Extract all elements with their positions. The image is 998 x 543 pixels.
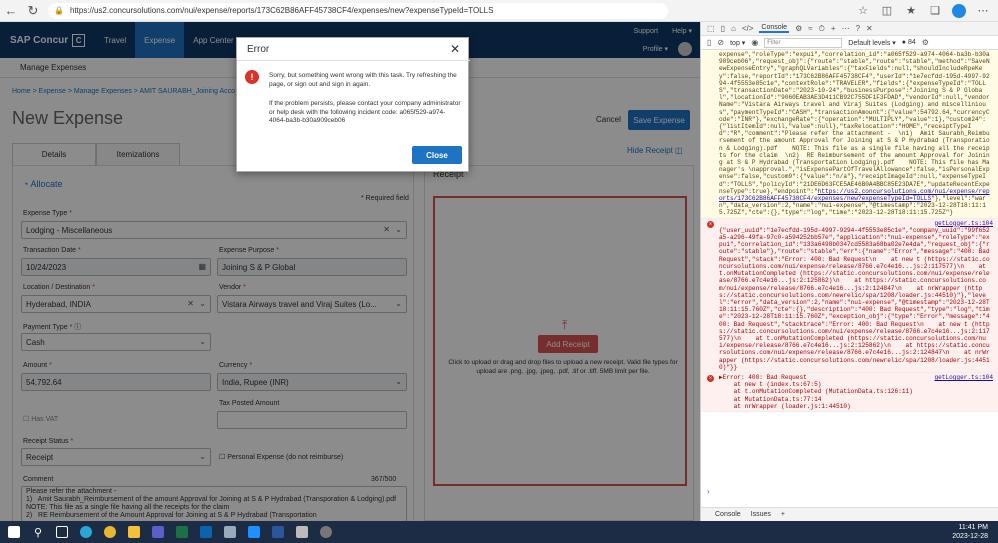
- error-dialog-title: Error: [247, 44, 270, 55]
- settings-icon[interactable]: [316, 522, 336, 542]
- error-icon: ✕: [707, 374, 714, 382]
- error-incident-message: If the problem persists, please contact …: [269, 100, 461, 124]
- issues-counter[interactable]: ● 84: [902, 39, 916, 46]
- add-tab-icon[interactable]: +: [831, 24, 836, 33]
- add-icon[interactable]: +: [781, 511, 785, 518]
- close-icon[interactable]: ✕: [450, 42, 460, 56]
- levels-select[interactable]: Default levels ▾: [848, 39, 896, 47]
- edge-icon[interactable]: [76, 522, 96, 542]
- star-icon[interactable]: ☆: [852, 1, 874, 21]
- windows-start-icon[interactable]: [4, 522, 24, 542]
- split-screen-icon[interactable]: ◫: [876, 1, 898, 21]
- store-icon[interactable]: [292, 522, 312, 542]
- console-prompt[interactable]: ›: [707, 487, 710, 496]
- collections-icon[interactable]: ❏: [924, 1, 946, 21]
- context-select[interactable]: top ▾: [730, 39, 745, 47]
- favorites-icon[interactable]: ★: [900, 1, 922, 21]
- chrome-icon[interactable]: [100, 522, 120, 542]
- close-button[interactable]: Close: [412, 146, 462, 164]
- browser-actions: ☆ ◫ ★ ❏ ⋯: [852, 1, 994, 21]
- drawer-tabs: Console Issues +: [701, 507, 998, 521]
- url-text: https://us2.concursolutions.com/nui/expe…: [69, 6, 494, 15]
- reload-icon[interactable]: ↻: [22, 0, 44, 22]
- devtools-tabs: ⬚ ▯ ⌂ </> Console ⚙ ≈ ⏱ + ⋯ ? ✕: [701, 22, 998, 36]
- console-messages: expense","roleType":"expui","correlation…: [701, 50, 998, 505]
- console-error: ✕ getLogger.ts:104 {"user_uuid":"1e7ecfdd…: [701, 218, 998, 373]
- device-icon[interactable]: ▯: [721, 24, 725, 33]
- dialog-divider: [237, 60, 470, 61]
- drawer-tab-issues[interactable]: Issues: [751, 511, 771, 518]
- notepad-icon[interactable]: [220, 522, 240, 542]
- elements-icon[interactable]: </>: [742, 24, 754, 33]
- console-warning: expense","roleType":"expui","correlation…: [701, 50, 998, 219]
- close-icon[interactable]: ✕: [866, 24, 873, 33]
- more-icon[interactable]: ⋯: [842, 24, 850, 33]
- console-toolbar: ▯ ⊘ top ▾ ◉ Filter Default levels ▾ ● 84…: [701, 36, 998, 50]
- source-link[interactable]: getLogger.ts:104: [934, 220, 993, 227]
- help-icon[interactable]: ?: [856, 24, 860, 33]
- error-icon: ✕: [707, 220, 714, 228]
- browser-toolbar: ← ↻ 🔒 https://us2.concursolutions.com/nu…: [0, 0, 998, 22]
- task-view-icon[interactable]: [52, 522, 72, 542]
- eye-icon[interactable]: ◉: [751, 38, 758, 47]
- teams-icon[interactable]: [148, 522, 168, 542]
- more-icon[interactable]: ⋯: [972, 1, 994, 21]
- clear-icon[interactable]: ⊘: [717, 38, 724, 47]
- error-icon: !: [245, 70, 259, 84]
- error-dialog: Error ✕ ! Sorry, but something went wron…: [236, 37, 470, 172]
- console-filter-input[interactable]: Filter: [764, 37, 843, 48]
- word-icon[interactable]: [268, 522, 288, 542]
- screen: ← ↻ 🔒 https://us2.concursolutions.com/nu…: [0, 0, 998, 543]
- devtools-panel: ⬚ ▯ ⌂ </> Console ⚙ ≈ ⏱ + ⋯ ? ✕ ▯ ⊘ top …: [700, 22, 998, 521]
- inspect-icon[interactable]: ⬚: [707, 24, 715, 33]
- sources-icon[interactable]: ⚙: [795, 24, 802, 33]
- excel-icon[interactable]: [172, 522, 192, 542]
- home-icon[interactable]: ⌂: [731, 24, 736, 33]
- sidebar-icon[interactable]: ▯: [707, 38, 711, 47]
- taskbar: ⚲ 11:41 PM 2023-12-28: [0, 521, 998, 543]
- error-message: Sorry, but something went wrong with thi…: [269, 72, 457, 88]
- drawer-tab-console[interactable]: Console: [715, 511, 741, 518]
- lock-icon: 🔒: [54, 6, 64, 15]
- outlook-icon[interactable]: [196, 522, 216, 542]
- source-link[interactable]: getLogger.ts:104: [934, 374, 993, 381]
- back-icon[interactable]: ←: [0, 0, 22, 22]
- profile-avatar[interactable]: [948, 1, 970, 21]
- tab-console[interactable]: Console: [759, 24, 790, 33]
- console-error: ✕ getLogger.ts:104 ▶Error: 400: Bad Reques…: [701, 372, 998, 412]
- address-bar[interactable]: 🔒 https://us2.concursolutions.com/nui/ex…: [48, 2, 668, 19]
- performance-icon[interactable]: ⏱: [819, 24, 825, 34]
- explorer-icon[interactable]: [124, 522, 144, 542]
- system-clock[interactable]: 11:41 PM 2023-12-28: [952, 523, 988, 541]
- azure-icon[interactable]: [244, 522, 264, 542]
- network-icon[interactable]: ≈: [808, 24, 812, 33]
- settings-icon[interactable]: ⚙: [922, 38, 929, 47]
- search-icon[interactable]: ⚲: [28, 522, 48, 542]
